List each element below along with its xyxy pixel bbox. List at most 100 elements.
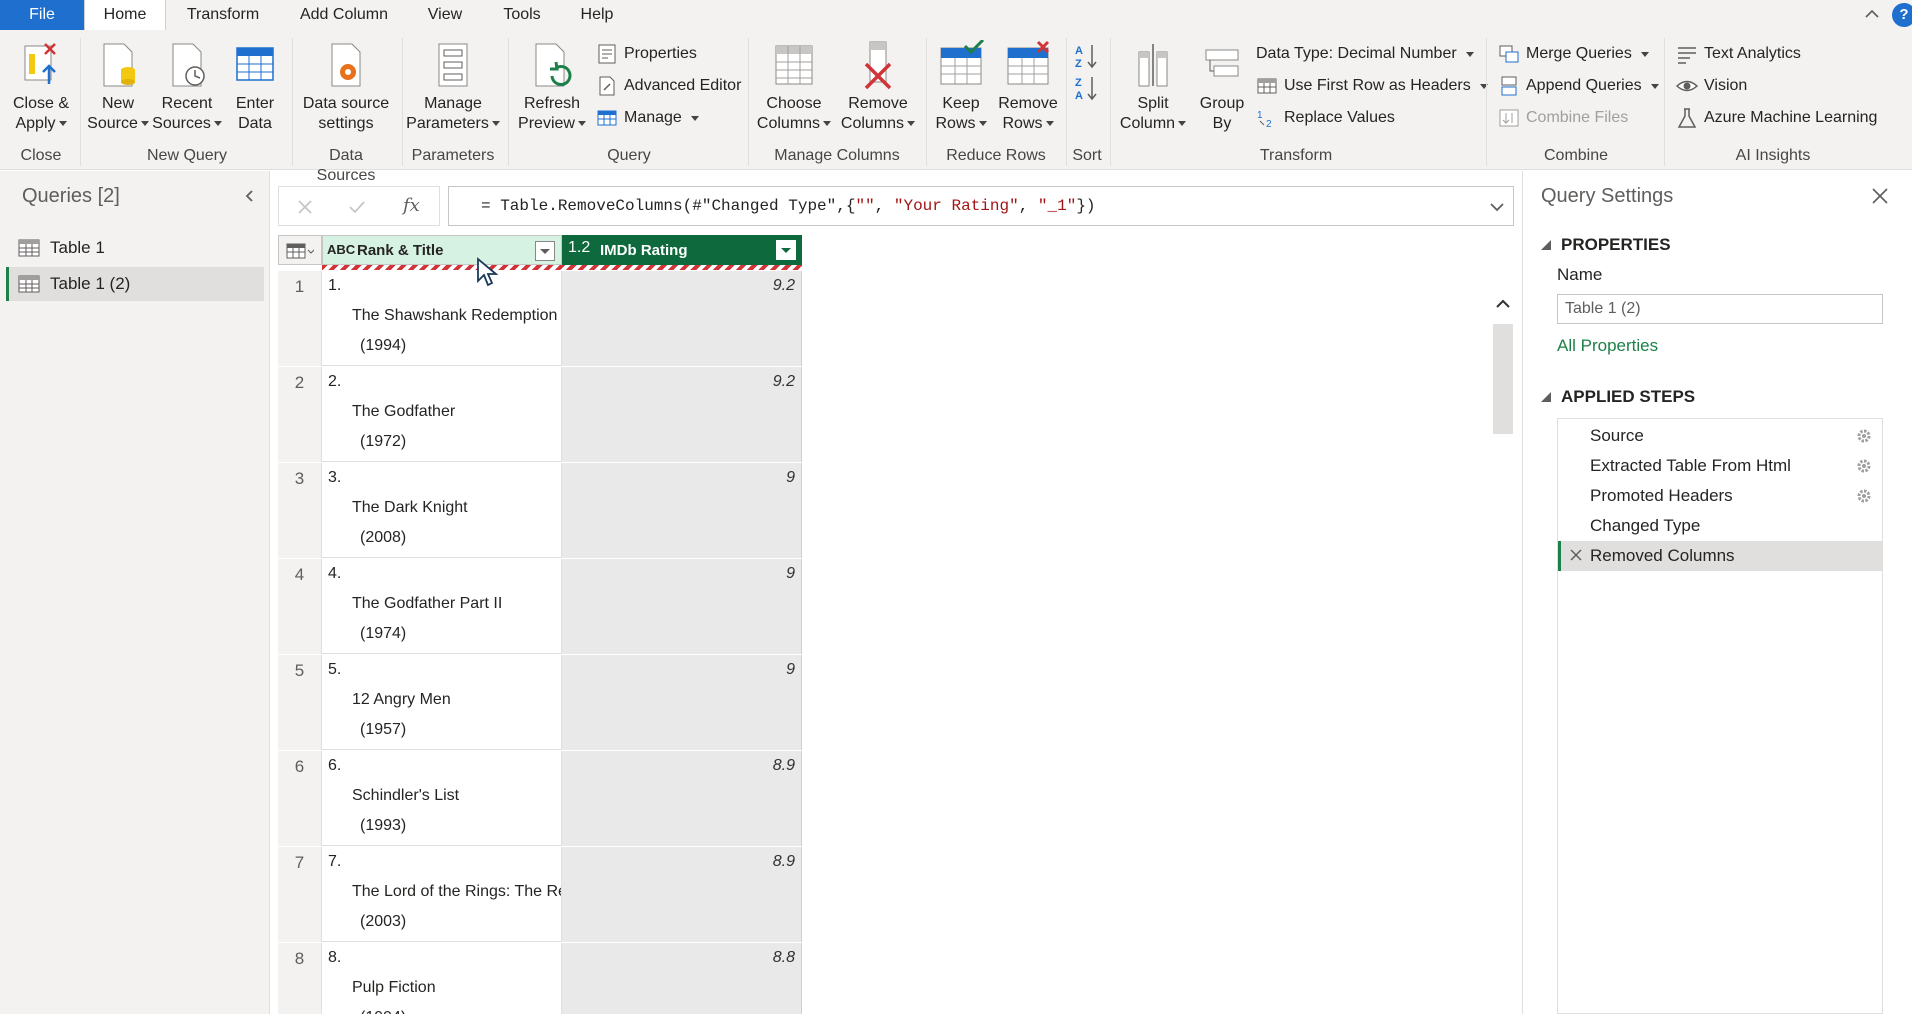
sort-descending-icon[interactable]: Z A <box>1074 74 1100 102</box>
sort-ascending-icon[interactable]: A Z <box>1074 42 1100 70</box>
table-row[interactable]: 6 6. Schindler's List (1993) 8.9 <box>278 751 802 846</box>
cell-imdb-rating[interactable]: 8.9 <box>562 847 802 942</box>
delete-step-icon[interactable] <box>1569 548 1583 562</box>
row-number[interactable]: 2 <box>278 367 322 462</box>
table-row[interactable]: 7 7. The Lord of the Rings: The Re (2003) 8.… <box>278 847 802 942</box>
properties-section-header[interactable]: PROPERTIES <box>1541 235 1671 255</box>
fx-icon[interactable]: fx <box>403 195 420 216</box>
tab-help[interactable]: Help <box>566 0 628 30</box>
row-number[interactable]: 3 <box>278 463 322 558</box>
confirm-formula-icon[interactable] <box>347 197 367 217</box>
cell-imdb-rating[interactable]: 9.2 <box>562 271 802 366</box>
decimal-type-icon[interactable]: 1.2 <box>568 239 590 257</box>
column-filter-button[interactable] <box>535 241 555 261</box>
column-filter-button[interactable] <box>776 240 796 260</box>
all-properties-link[interactable]: All Properties <box>1557 336 1658 356</box>
tab-add-column[interactable]: Add Column <box>286 0 402 30</box>
tab-tools[interactable]: Tools <box>488 0 556 30</box>
text-type-icon[interactable]: ABC <box>327 242 355 257</box>
cell-rank-title[interactable]: 6. Schindler's List (1993) <box>322 751 562 846</box>
vision-button[interactable]: Vision <box>1676 74 1747 98</box>
collapse-ribbon-icon[interactable] <box>1862 4 1882 24</box>
text-analytics-button[interactable]: Text Analytics <box>1676 42 1801 66</box>
cell-imdb-rating[interactable]: 9 <box>562 655 802 750</box>
gear-icon[interactable] <box>1856 428 1872 444</box>
tab-home[interactable]: Home <box>84 0 166 31</box>
new-source-button[interactable]: New Source <box>86 40 150 134</box>
query-item-table-1[interactable]: Table 1 <box>6 231 264 265</box>
table-row[interactable]: 3 3. The Dark Knight (2008) 9 <box>278 463 802 558</box>
manage-button[interactable]: Manage <box>596 106 699 130</box>
scrollbar-thumb[interactable] <box>1493 324 1513 434</box>
remove-rows-button[interactable]: Remove Rows <box>994 40 1062 134</box>
cell-imdb-rating[interactable]: 8.9 <box>562 751 802 846</box>
replace-values-button[interactable]: 12 Replace Values <box>1256 106 1395 130</box>
row-number[interactable]: 1 <box>278 271 322 366</box>
data-source-settings-button[interactable]: Data source settings <box>298 40 394 134</box>
table-menu-button[interactable] <box>278 235 322 265</box>
tab-file[interactable]: File <box>0 0 84 30</box>
table-row[interactable]: 8 8. Pulp Fiction (1994)8.8 <box>278 943 802 1014</box>
scroll-up-icon[interactable] <box>1495 296 1511 312</box>
refresh-preview-button[interactable]: Refresh Preview <box>514 40 590 134</box>
applied-step[interactable]: Removed Columns <box>1558 541 1882 571</box>
close-apply-button[interactable]: Close & Apply <box>8 40 74 134</box>
cancel-formula-icon[interactable] <box>295 197 315 217</box>
cell-rank-title[interactable]: 7. The Lord of the Rings: The Re (2003) <box>322 847 562 942</box>
manage-parameters-button[interactable]: Manage Parameters <box>406 40 500 134</box>
cell-rank-title[interactable]: 3. The Dark Knight (2008) <box>322 463 562 558</box>
cell-imdb-rating[interactable]: 9.2 <box>562 367 802 462</box>
query-name-input[interactable]: Table 1 (2) <box>1557 294 1883 324</box>
enter-data-button[interactable]: Enter Data <box>226 40 284 134</box>
gear-icon[interactable] <box>1856 458 1872 474</box>
table-row[interactable]: 4 4. The Godfather Part II (1974) 9 <box>278 559 802 654</box>
applied-step[interactable]: Extracted Table From Html <box>1558 451 1882 481</box>
preview-scrollbar[interactable] <box>1492 290 1514 1014</box>
row-number[interactable]: 4 <box>278 559 322 654</box>
column-header-rank-title[interactable]: ABC Rank & Title <box>322 235 562 265</box>
cell-rank-title[interactable]: 4. The Godfather Part II (1974) <box>322 559 562 654</box>
data-type-dropdown[interactable]: Data Type: Decimal Number <box>1256 42 1474 66</box>
merge-queries-button[interactable]: Merge Queries <box>1498 42 1649 66</box>
cell-rank-title[interactable]: 1. The Shawshank Redemption (1994) <box>322 271 562 366</box>
close-icon[interactable] <box>1871 187 1889 205</box>
row-number[interactable]: 5 <box>278 655 322 750</box>
cell-imdb-rating[interactable]: 9 <box>562 559 802 654</box>
cell-imdb-rating[interactable]: 8.8 <box>562 943 802 1014</box>
properties-button[interactable]: Properties <box>596 42 697 66</box>
collapse-pane-icon[interactable] <box>243 189 257 203</box>
help-icon[interactable]: ? <box>1892 3 1912 27</box>
append-queries-button[interactable]: Append Queries <box>1498 74 1659 98</box>
applied-steps-section-header[interactable]: APPLIED STEPS <box>1541 387 1695 407</box>
table-row[interactable]: 5 5. 12 Angry Men (1957) 9 <box>278 655 802 750</box>
use-first-row-as-headers-button[interactable]: Use First Row as Headers <box>1256 74 1488 98</box>
tab-view[interactable]: View <box>412 0 478 30</box>
table-row[interactable]: 1 1. The Shawshank Redemption (1994) 9.2 <box>278 271 802 366</box>
choose-columns-button[interactable]: Choose Columns <box>754 40 834 134</box>
azure-machine-learning-button[interactable]: Azure Machine Learning <box>1676 106 1877 130</box>
expand-formula-icon[interactable] <box>1489 199 1505 215</box>
advanced-editor-button[interactable]: Advanced Editor <box>596 74 741 98</box>
cell-rank-title[interactable]: 5. 12 Angry Men (1957) <box>322 655 562 750</box>
row-number[interactable]: 8 <box>278 943 322 1014</box>
applied-step[interactable]: Changed Type <box>1558 511 1882 541</box>
group-by-button[interactable]: Group By <box>1194 40 1250 134</box>
cell-rank-title[interactable]: 8. Pulp Fiction (1994) <box>322 943 562 1014</box>
remove-columns-button[interactable]: Remove Columns <box>836 40 920 134</box>
split-column-button[interactable]: Split Column <box>1114 40 1192 134</box>
gear-icon[interactable] <box>1856 488 1872 504</box>
query-item-table-1-2[interactable]: Table 1 (2) <box>6 267 264 301</box>
combine-files-button[interactable]: Combine Files <box>1498 106 1628 130</box>
applied-step[interactable]: Source <box>1558 421 1882 451</box>
applied-step[interactable]: Promoted Headers <box>1558 481 1882 511</box>
formula-input[interactable]: = Table.RemoveColumns(#"Changed Type",{"… <box>448 186 1514 226</box>
recent-sources-button[interactable]: Recent Sources <box>152 40 222 134</box>
row-number[interactable]: 7 <box>278 847 322 942</box>
table-row[interactable]: 2 2. The Godfather (1972) 9.2 <box>278 367 802 462</box>
column-header-imdb-rating[interactable]: 1.2 IMDb Rating <box>562 235 802 265</box>
row-number[interactable]: 6 <box>278 751 322 846</box>
tab-transform[interactable]: Transform <box>170 0 276 30</box>
keep-rows-button[interactable]: Keep Rows <box>930 40 992 134</box>
cell-rank-title[interactable]: 2. The Godfather (1972) <box>322 367 562 462</box>
cell-imdb-rating[interactable]: 9 <box>562 463 802 558</box>
